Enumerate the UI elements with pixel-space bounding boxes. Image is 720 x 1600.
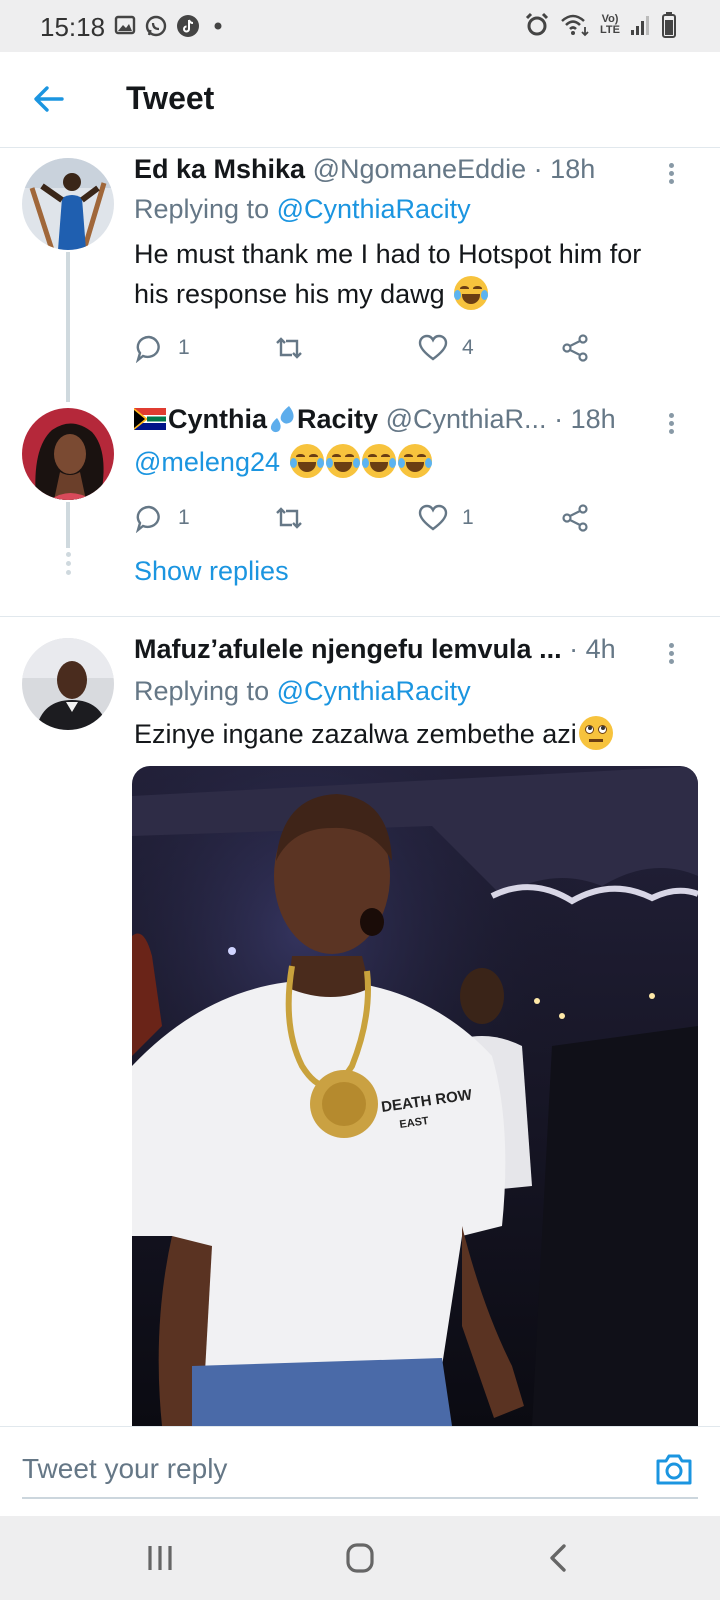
replying-label: Replying to xyxy=(134,676,277,706)
tears-of-joy-emoji-icon xyxy=(289,444,324,478)
reply-icon xyxy=(135,335,160,363)
reply-button[interactable]: 1 xyxy=(134,498,190,538)
whatsapp-icon xyxy=(145,15,167,37)
rolling-eyes-emoji-icon xyxy=(578,716,613,750)
tweet-text: @meleng24 xyxy=(134,442,680,482)
author-name[interactable]: Mafuz’afulele njengefu lemvula ... xyxy=(134,634,562,664)
like-count: 4 xyxy=(462,336,474,359)
retweet-button[interactable] xyxy=(274,328,318,368)
home-icon[interactable] xyxy=(340,1542,380,1574)
tweet-actions: 1 1 xyxy=(134,498,604,538)
status-right-group: Vo) LTE xyxy=(524,12,676,38)
replying-mention[interactable]: @CynthiaRacity xyxy=(277,676,471,706)
network-type: Vo) LTE xyxy=(600,13,620,36)
recent-apps-icon[interactable] xyxy=(140,1542,180,1574)
tweet-text: He must thank me I had to Hotspot him fo… xyxy=(134,234,680,314)
separator: · xyxy=(554,404,564,434)
thread-continuation-dots xyxy=(64,552,72,579)
reply-count: 1 xyxy=(178,336,190,359)
tiktok-icon xyxy=(177,15,199,37)
page-title: Tweet xyxy=(126,80,215,116)
tears-of-joy-emoji-icon xyxy=(325,444,360,478)
replying-label: Replying to xyxy=(134,194,277,224)
timestamp[interactable]: 4h xyxy=(586,634,616,664)
author-name[interactable]: Ed ka Mshika xyxy=(134,154,305,184)
gallery-icon xyxy=(114,15,136,35)
share-button[interactable] xyxy=(560,328,590,368)
more-options-icon[interactable] xyxy=(666,160,676,186)
share-icon xyxy=(562,334,588,362)
tweet-ed-ka-mshika[interactable]: Ed ka Mshika @NgomaneEddie · 18h Replyin… xyxy=(0,148,720,402)
heart-icon xyxy=(418,334,448,361)
tweet-cynthia-racity[interactable]: Cynthia Racity @CynthiaR... · 18h @melen… xyxy=(0,396,720,610)
tweet-header: Mafuz’afulele njengefu lemvula ... · 4h xyxy=(134,634,660,665)
arrow-left-icon[interactable] xyxy=(32,82,66,116)
tears-of-joy-emoji-icon xyxy=(397,444,432,478)
more-options-icon[interactable] xyxy=(666,410,676,436)
battery-icon xyxy=(662,12,676,38)
tweet-body: Ezinye ingane zazalwa zembethe azi xyxy=(134,719,577,749)
reply-count: 1 xyxy=(178,506,190,529)
tweet-body: He must thank me I had to Hotspot him fo… xyxy=(134,239,642,309)
retweet-icon xyxy=(276,337,302,359)
avatar[interactable] xyxy=(22,158,114,250)
thread-line xyxy=(66,502,70,548)
avatar[interactable] xyxy=(22,638,114,730)
reply-icon xyxy=(135,505,160,533)
reply-button[interactable]: 1 xyxy=(134,328,190,368)
tears-of-joy-emoji-icon xyxy=(361,444,396,478)
separator: · xyxy=(569,634,579,664)
alarm-icon xyxy=(525,12,549,36)
tweet-header: Ed ka Mshika @NgomaneEddie · 18h xyxy=(134,154,660,185)
wifi-icon xyxy=(561,14,589,37)
replying-mention[interactable]: @CynthiaRacity xyxy=(277,194,471,224)
camera-icon[interactable] xyxy=(654,1449,694,1489)
system-navigation-bar xyxy=(0,1516,720,1600)
mention-link[interactable]: @meleng24 xyxy=(134,447,280,477)
author-handle[interactable]: @CynthiaR... xyxy=(386,404,547,434)
heart-icon xyxy=(418,504,448,531)
retweet-button[interactable] xyxy=(274,498,318,538)
like-count: 1 xyxy=(462,506,474,529)
like-button[interactable]: 4 xyxy=(418,328,474,368)
south-africa-flag-icon xyxy=(134,408,166,430)
share-button[interactable] xyxy=(560,498,590,538)
tweet-text: Ezinye ingane zazalwa zembethe azi xyxy=(134,714,680,754)
tweet-photo[interactable]: DEATH ROW EAST xyxy=(132,766,698,1426)
author-name-part2[interactable]: Racity xyxy=(297,404,378,434)
replying-to: Replying to @CynthiaRacity xyxy=(134,676,471,707)
more-options-icon[interactable] xyxy=(666,640,676,666)
show-replies-link[interactable]: Show replies xyxy=(134,556,289,587)
timestamp[interactable]: 18h xyxy=(571,404,616,434)
status-time: 15:18 xyxy=(40,12,106,42)
retweet-icon xyxy=(276,507,302,529)
avatar[interactable] xyxy=(22,408,114,500)
timestamp[interactable]: 18h xyxy=(550,154,595,184)
tweet-header: Cynthia Racity @CynthiaR... · 18h xyxy=(134,404,660,435)
tears-of-joy-emoji-icon xyxy=(454,276,489,310)
author-name-part1[interactable]: Cynthia xyxy=(168,404,267,434)
tweet-actions: 1 4 xyxy=(134,328,604,368)
share-icon xyxy=(562,504,588,532)
status-bar: 15:18 Vo) LTE xyxy=(0,0,720,52)
replying-to: Replying to @CynthiaRacity xyxy=(134,194,471,225)
back-icon[interactable] xyxy=(540,1542,580,1574)
sweat-droplets-icon xyxy=(270,406,294,433)
header-bar: Tweet xyxy=(0,52,720,148)
thread-line xyxy=(66,252,70,402)
author-handle[interactable]: @NgomaneEddie xyxy=(313,154,527,184)
tweet-reply-input[interactable] xyxy=(22,1441,698,1499)
dot-icon xyxy=(214,22,222,30)
separator: · xyxy=(533,154,543,184)
like-button[interactable]: 1 xyxy=(418,498,474,538)
signal-icon xyxy=(631,16,649,35)
thread-divider xyxy=(0,616,720,617)
reply-composer xyxy=(0,1426,720,1516)
photo-image: DEATH ROW EAST xyxy=(132,766,698,1426)
